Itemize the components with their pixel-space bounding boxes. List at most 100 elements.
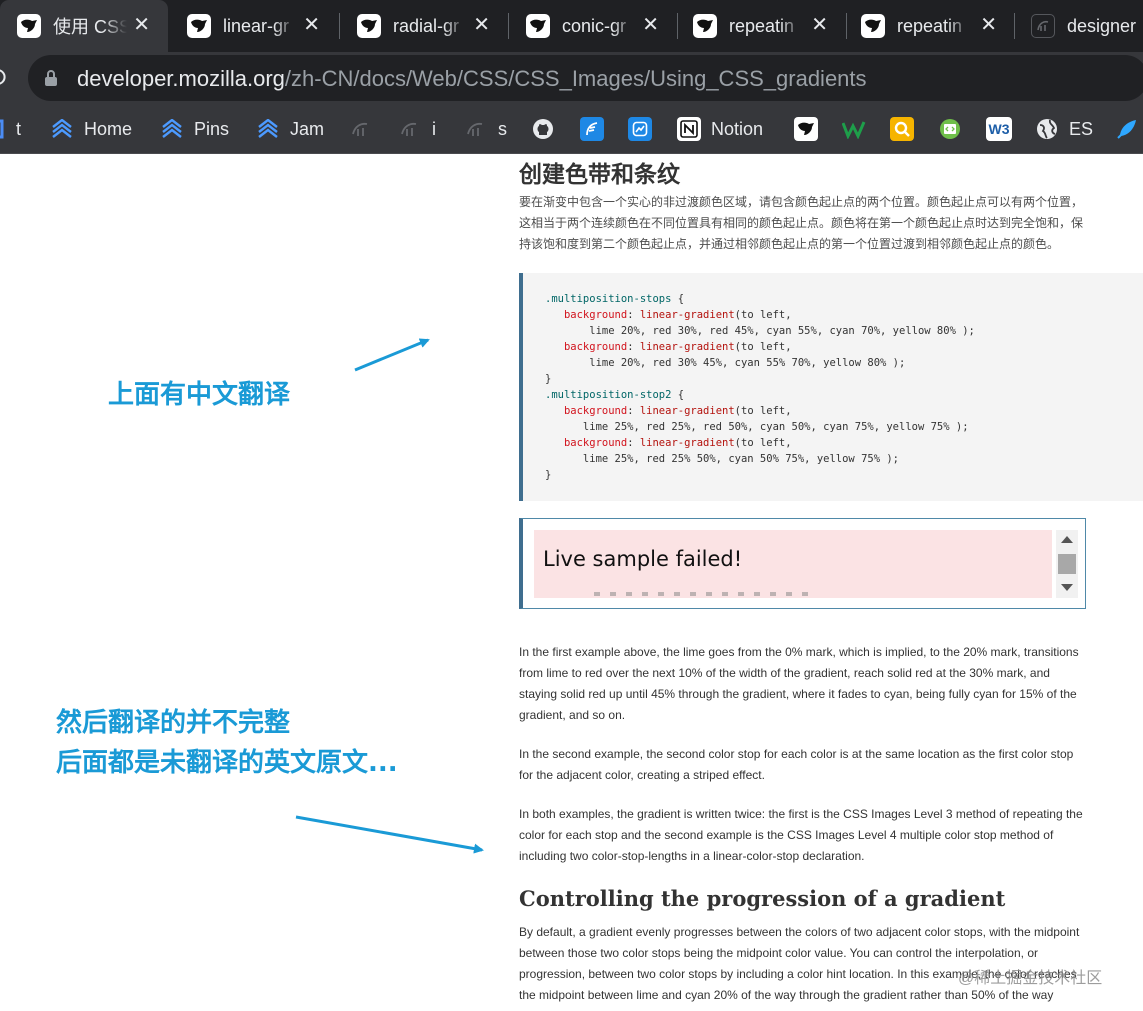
bookmark-item[interactable]: Notion (677, 115, 763, 143)
url-text: developer.mozilla.org/zh-CN/docs/Web/CSS… (77, 66, 867, 92)
bookmark-item[interactable]: Pins (160, 115, 229, 143)
code-icon (938, 117, 962, 141)
bookmark-item[interactable]: Home (50, 115, 132, 143)
yak-favicon-icon (1031, 14, 1055, 38)
bookmark-item[interactable] (938, 115, 972, 143)
close-tab-icon[interactable]: ✕ (811, 13, 828, 37)
code-line: } (545, 469, 552, 481)
notion-icon (677, 117, 701, 141)
tab-title: repeatin (729, 15, 795, 36)
close-tab-icon[interactable]: ✕ (980, 13, 997, 37)
code-line: background: linear-gradient(to left, (563, 309, 792, 321)
bookmark-item[interactable]: s (464, 115, 507, 143)
globe-icon (1035, 117, 1059, 141)
bookmark-item[interactable]: i (398, 115, 436, 143)
url-path: /zh-CN/docs/Web/CSS/CSS_Images/Using_CSS… (284, 66, 867, 91)
live-sample-error-panel: Live sample failed! (534, 530, 1052, 598)
code-example: .multiposition-stops { background: linea… (519, 273, 1143, 501)
tab-title: conic-gr (562, 15, 627, 36)
yak-icon (398, 117, 422, 141)
bookmark-label: s (498, 118, 507, 139)
tab-title: 使用 CSS (53, 17, 127, 37)
close-tab-icon[interactable]: ✕ (642, 13, 659, 37)
bookmark-label: ES (1069, 118, 1094, 139)
bookmark-item[interactable] (794, 115, 828, 143)
code-line: background: linear-gradient(to left, (563, 341, 792, 353)
tab-designer[interactable]: designer (1015, 0, 1143, 52)
bookmark-label: Pins (194, 118, 230, 139)
mdn-icon (794, 117, 818, 141)
tab-repeating-2[interactable]: repeatin ✕ (847, 0, 1015, 52)
paragraph-en-2: In the second example, the second color … (519, 747, 1074, 782)
browser-toolbar: developer.mozilla.org/zh-CN/docs/Web/CSS… (0, 52, 1143, 104)
github-icon (531, 117, 555, 141)
close-tab-icon[interactable]: ✕ (303, 13, 320, 37)
mdn-favicon-icon (187, 14, 211, 38)
tab-linear-gradient[interactable]: linear-gr ✕ (170, 0, 338, 52)
code-line: lime 20%, red 30% 45%, cyan 55% 70%, yel… (545, 357, 906, 369)
w-icon (842, 117, 866, 141)
bookmark-label: Notion (711, 118, 764, 139)
bookmark-item[interactable] (349, 115, 383, 143)
bookmarks-bar: t Home Pins Jam i s Notion W3 ES (0, 104, 1143, 154)
jira-icon (160, 117, 184, 141)
tab-conic-gradient[interactable]: conic-gr ✕ (509, 0, 677, 52)
close-tab-icon[interactable]: ✕ (473, 13, 490, 37)
live-sample-frame: Live sample failed! (519, 518, 1086, 609)
tab-active[interactable]: 使用 CSS ✕ (0, 0, 168, 52)
bookmark-item[interactable]: ES (1035, 115, 1093, 143)
live-sample-error-text: Live sample failed! (543, 547, 743, 571)
bookmark-item[interactable] (1115, 115, 1143, 143)
bookmark-item[interactable]: W3 (986, 115, 1022, 143)
bookmark-label: Home (84, 118, 133, 139)
lock-icon[interactable] (44, 69, 58, 92)
clipped-text-remnant (594, 592, 814, 596)
tab-radial-gradient[interactable]: radial-gr ✕ (340, 0, 508, 52)
bookmark-label: Jam (290, 118, 325, 139)
jira-icon (256, 117, 280, 141)
scroll-up-icon[interactable] (1061, 536, 1073, 543)
iframe-scrollbar[interactable] (1056, 530, 1078, 598)
tab-strip: 使用 CSS ✕ linear-gr ✕ radial-gr ✕ conic-g… (0, 0, 1143, 52)
mdn-favicon-icon (357, 14, 381, 38)
bookmark-item[interactable]: Jam (256, 115, 324, 143)
bookmark-item[interactable] (531, 115, 565, 143)
mdn-favicon-icon (17, 14, 41, 38)
close-tab-icon[interactable]: ✕ (133, 13, 150, 37)
code-line: background: linear-gradient(to left, (563, 405, 792, 417)
code-line: lime 25%, red 25% 50%, cyan 50% 75%, yel… (545, 453, 900, 465)
bookmark-label: t (16, 118, 22, 139)
code-line: lime 25%, red 25%, red 50%, cyan 50%, cy… (545, 421, 969, 433)
arrow-bottom (295, 815, 484, 854)
section-heading-cn: 创建色带和条纹 (519, 161, 680, 188)
mdn-favicon-icon (693, 14, 717, 38)
code-line: background: linear-gradient(to left, (563, 437, 792, 449)
address-bar[interactable]: developer.mozilla.org/zh-CN/docs/Web/CSS… (28, 55, 1143, 101)
arrow-top (354, 338, 430, 372)
bookmark-item[interactable] (890, 115, 924, 143)
tab-title: linear-gr (223, 15, 290, 36)
code-block: .multiposition-stops { background: linea… (545, 291, 975, 483)
bookmark-item[interactable] (842, 115, 876, 143)
code-line: lime 20%, red 30%, red 45%, cyan 55%, cy… (545, 325, 975, 337)
scroll-down-icon[interactable] (1061, 584, 1073, 591)
annotation-bottom-line2: 后面都是未翻译的英文原文... (56, 748, 398, 778)
rocket-icon (1115, 117, 1139, 141)
code-line: } (545, 373, 552, 385)
reload-icon[interactable] (0, 67, 6, 87)
bookmark-item[interactable] (580, 115, 614, 143)
bookmark-item[interactable] (628, 115, 662, 143)
tab-repeating-1[interactable]: repeatin ✕ (678, 0, 846, 52)
scroll-thumb[interactable] (1058, 554, 1076, 574)
tab-title: designer (1067, 15, 1137, 36)
mdn-favicon-icon (861, 14, 885, 38)
w3-icon: W3 (986, 117, 1012, 141)
paragraph-en-1: In the first example above, the lime goe… (519, 645, 1079, 722)
chart-icon (628, 117, 652, 141)
watermark: @稀土掘金技术社区 (958, 970, 1103, 987)
yak-icon (349, 117, 373, 141)
annotation-bottom-line1: 然后翻译的并不完整 (56, 708, 291, 738)
code-line: .multiposition-stops { (545, 293, 685, 305)
tab-title: repeatin (897, 15, 963, 36)
bookmark-item[interactable]: t (0, 115, 21, 143)
